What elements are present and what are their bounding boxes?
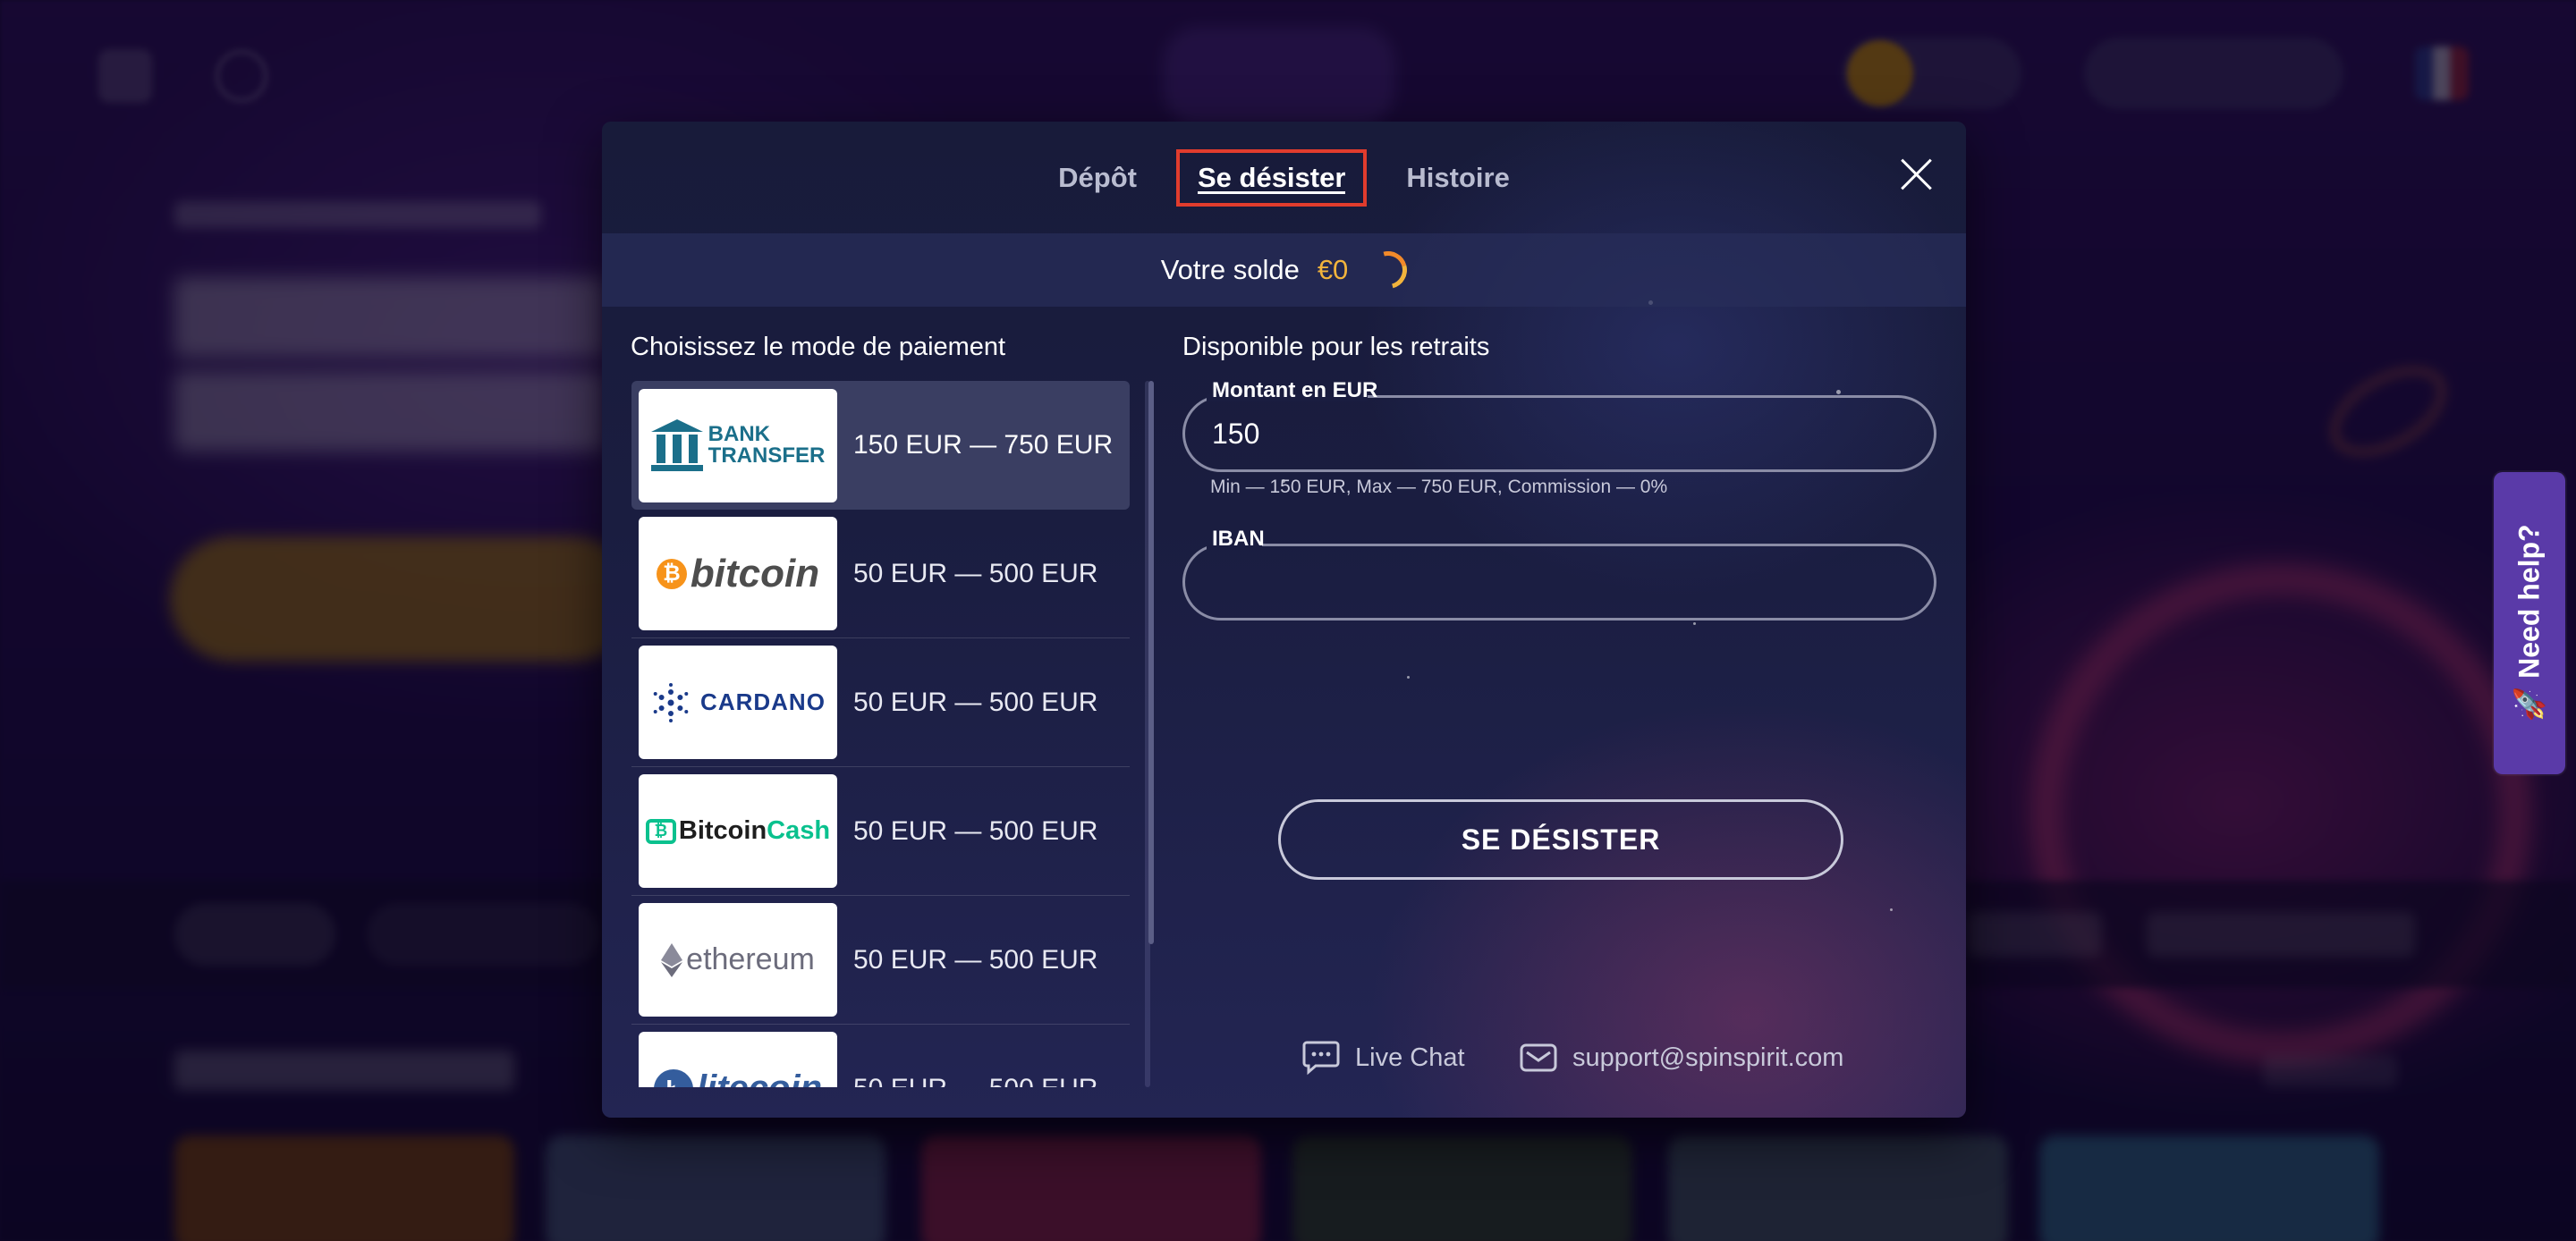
amount-field: Montant en EUR — [1182, 378, 1936, 472]
ethereum-logo: ethereum — [639, 903, 837, 1017]
mail-icon — [1520, 1043, 1557, 1072]
withdraw-submit-button[interactable]: SE DÉSISTER — [1278, 799, 1843, 880]
live-chat-label: Live Chat — [1355, 1043, 1465, 1072]
tab-withdraw-label: Se désister — [1197, 161, 1346, 193]
payment-method-bitcoin[interactable]: ₿ bitcoin 50 EUR — 500 EUR — [631, 510, 1130, 638]
balance-label: Votre solde — [1160, 254, 1300, 285]
cardano-logo: CARDANO — [639, 646, 837, 759]
live-chat-link[interactable]: Live Chat — [1301, 1040, 1465, 1076]
bank-logo-line1: BANK — [708, 422, 770, 446]
payment-method-range: 50 EUR — 500 EUR — [853, 687, 1098, 717]
litecoin-logo-text: litecoin — [697, 1068, 822, 1087]
bank-transfer-logo: BANK TRANSFER — [639, 388, 837, 502]
payment-method-range: 50 EUR — 500 EUR — [853, 815, 1098, 846]
need-help-label: Need help? — [2513, 524, 2546, 679]
payment-method-range: 150 EUR — 750 EUR — [853, 430, 1114, 460]
cardano-logo-text: CARDANO — [700, 688, 826, 715]
close-icon[interactable] — [1900, 157, 1934, 191]
payment-method-bitcoin-cash[interactable]: ₿ Bitcoin Cash 50 EUR — 500 EUR — [631, 767, 1130, 896]
support-email-link[interactable]: support@spinspirit.com — [1519, 1040, 1843, 1076]
withdraw-form-title: Disponible pour les retraits — [1182, 333, 1490, 361]
support-email: support@spinspirit.com — [1572, 1043, 1844, 1072]
cashier-tabs: Dépôt Se désister Histoire — [602, 122, 1966, 233]
bank-icon — [650, 419, 703, 471]
payment-method-bank-transfer[interactable]: BANK TRANSFER 150 EUR — 750 EUR — [631, 381, 1130, 510]
payment-list-scrollbar-thumb[interactable] — [1148, 381, 1154, 944]
tab-deposit[interactable]: Dépôt — [1044, 151, 1151, 205]
iban-field: IBAN — [1182, 527, 1936, 620]
ethereum-icon — [661, 942, 683, 977]
active-tab-underline — [1197, 190, 1346, 194]
chat-icon — [1302, 1041, 1340, 1076]
payment-method-range: 50 EUR — 500 EUR — [853, 944, 1098, 975]
loading-spinner-icon — [1362, 244, 1414, 296]
litecoin-logo: Łlitecoin — [639, 1032, 837, 1087]
payment-method-range: 50 EUR — 500 EUR — [853, 1074, 1097, 1088]
bank-logo-line2: TRANSFER — [708, 443, 826, 468]
tab-history[interactable]: Histoire — [1392, 151, 1523, 205]
bitcoin-logo-text: bitcoin — [690, 551, 820, 595]
litecoin-icon: Ł — [653, 1068, 693, 1087]
cardano-icon — [653, 682, 689, 722]
amount-limits-hint: Min — 150 EUR, Max — 750 EUR, Commission… — [1210, 477, 1668, 497]
iban-input[interactable] — [1212, 546, 1910, 618]
payment-method-title: Choisissez le mode de paiement — [631, 333, 1006, 361]
rocket-icon: 🚀 — [2513, 686, 2546, 722]
bitcoin-logo: ₿ bitcoin — [639, 517, 837, 630]
bitcoin-cash-icon: ₿ — [645, 818, 676, 844]
payment-method-cardano[interactable]: CARDANO 50 EUR — 500 EUR — [631, 638, 1130, 767]
payment-method-range: 50 EUR — 500 EUR — [853, 558, 1098, 588]
payment-method-ethereum[interactable]: ethereum 50 EUR — 500 EUR — [631, 896, 1130, 1025]
payment-method-litecoin[interactable]: Łlitecoin 50 EUR — 500 EUR — [631, 1025, 1130, 1087]
balance-amount: €0 — [1317, 254, 1349, 285]
bitcoin-cash-text1: Bitcoin — [678, 816, 767, 845]
balance-bar: Votre solde €0 — [602, 233, 1966, 307]
payment-method-list: BANK TRANSFER 150 EUR — 750 EUR ₿ bitcoin… — [631, 381, 1159, 1087]
ethereum-logo-text: ethereum — [686, 942, 815, 976]
bitcoin-cash-text2: Cash — [767, 816, 831, 845]
need-help-button[interactable]: 🚀 Need help? — [2494, 472, 2565, 774]
amount-input[interactable] — [1212, 398, 1910, 469]
tab-withdraw[interactable]: Se désister — [1175, 148, 1368, 207]
bitcoin-icon: ₿ — [656, 558, 687, 589]
cashier-modal: Dépôt Se désister Histoire Votre solde €… — [602, 122, 1966, 1118]
bitcoin-cash-logo: ₿ Bitcoin Cash — [639, 774, 837, 888]
